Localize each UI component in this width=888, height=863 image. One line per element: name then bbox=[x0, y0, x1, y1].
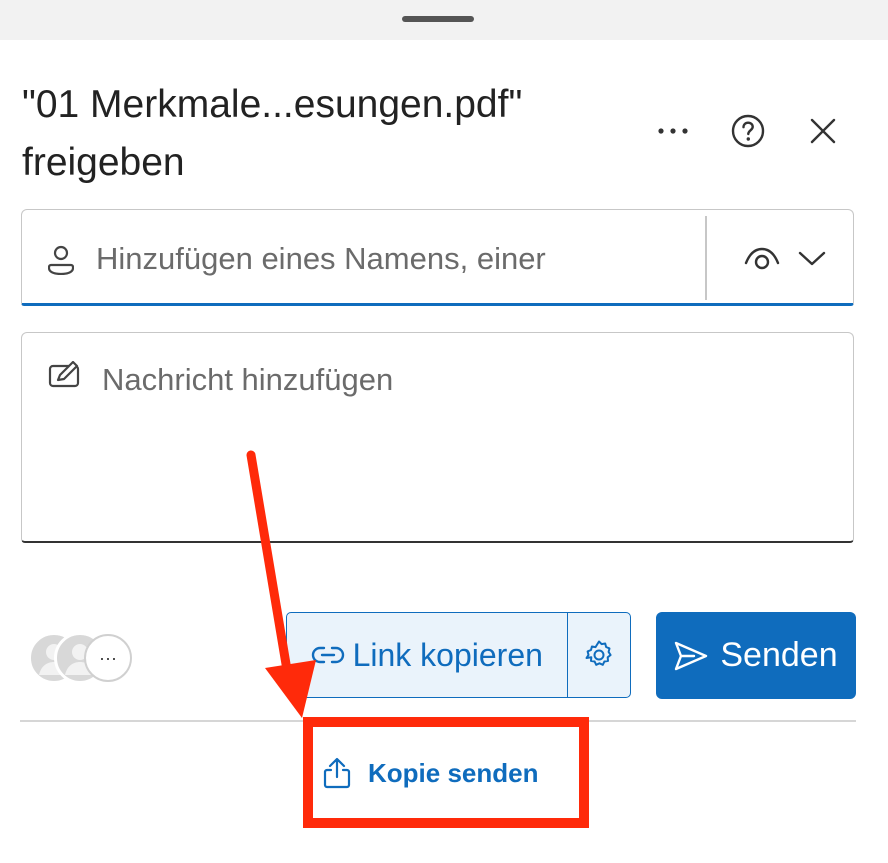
red-arrow-annotation bbox=[246, 450, 316, 718]
